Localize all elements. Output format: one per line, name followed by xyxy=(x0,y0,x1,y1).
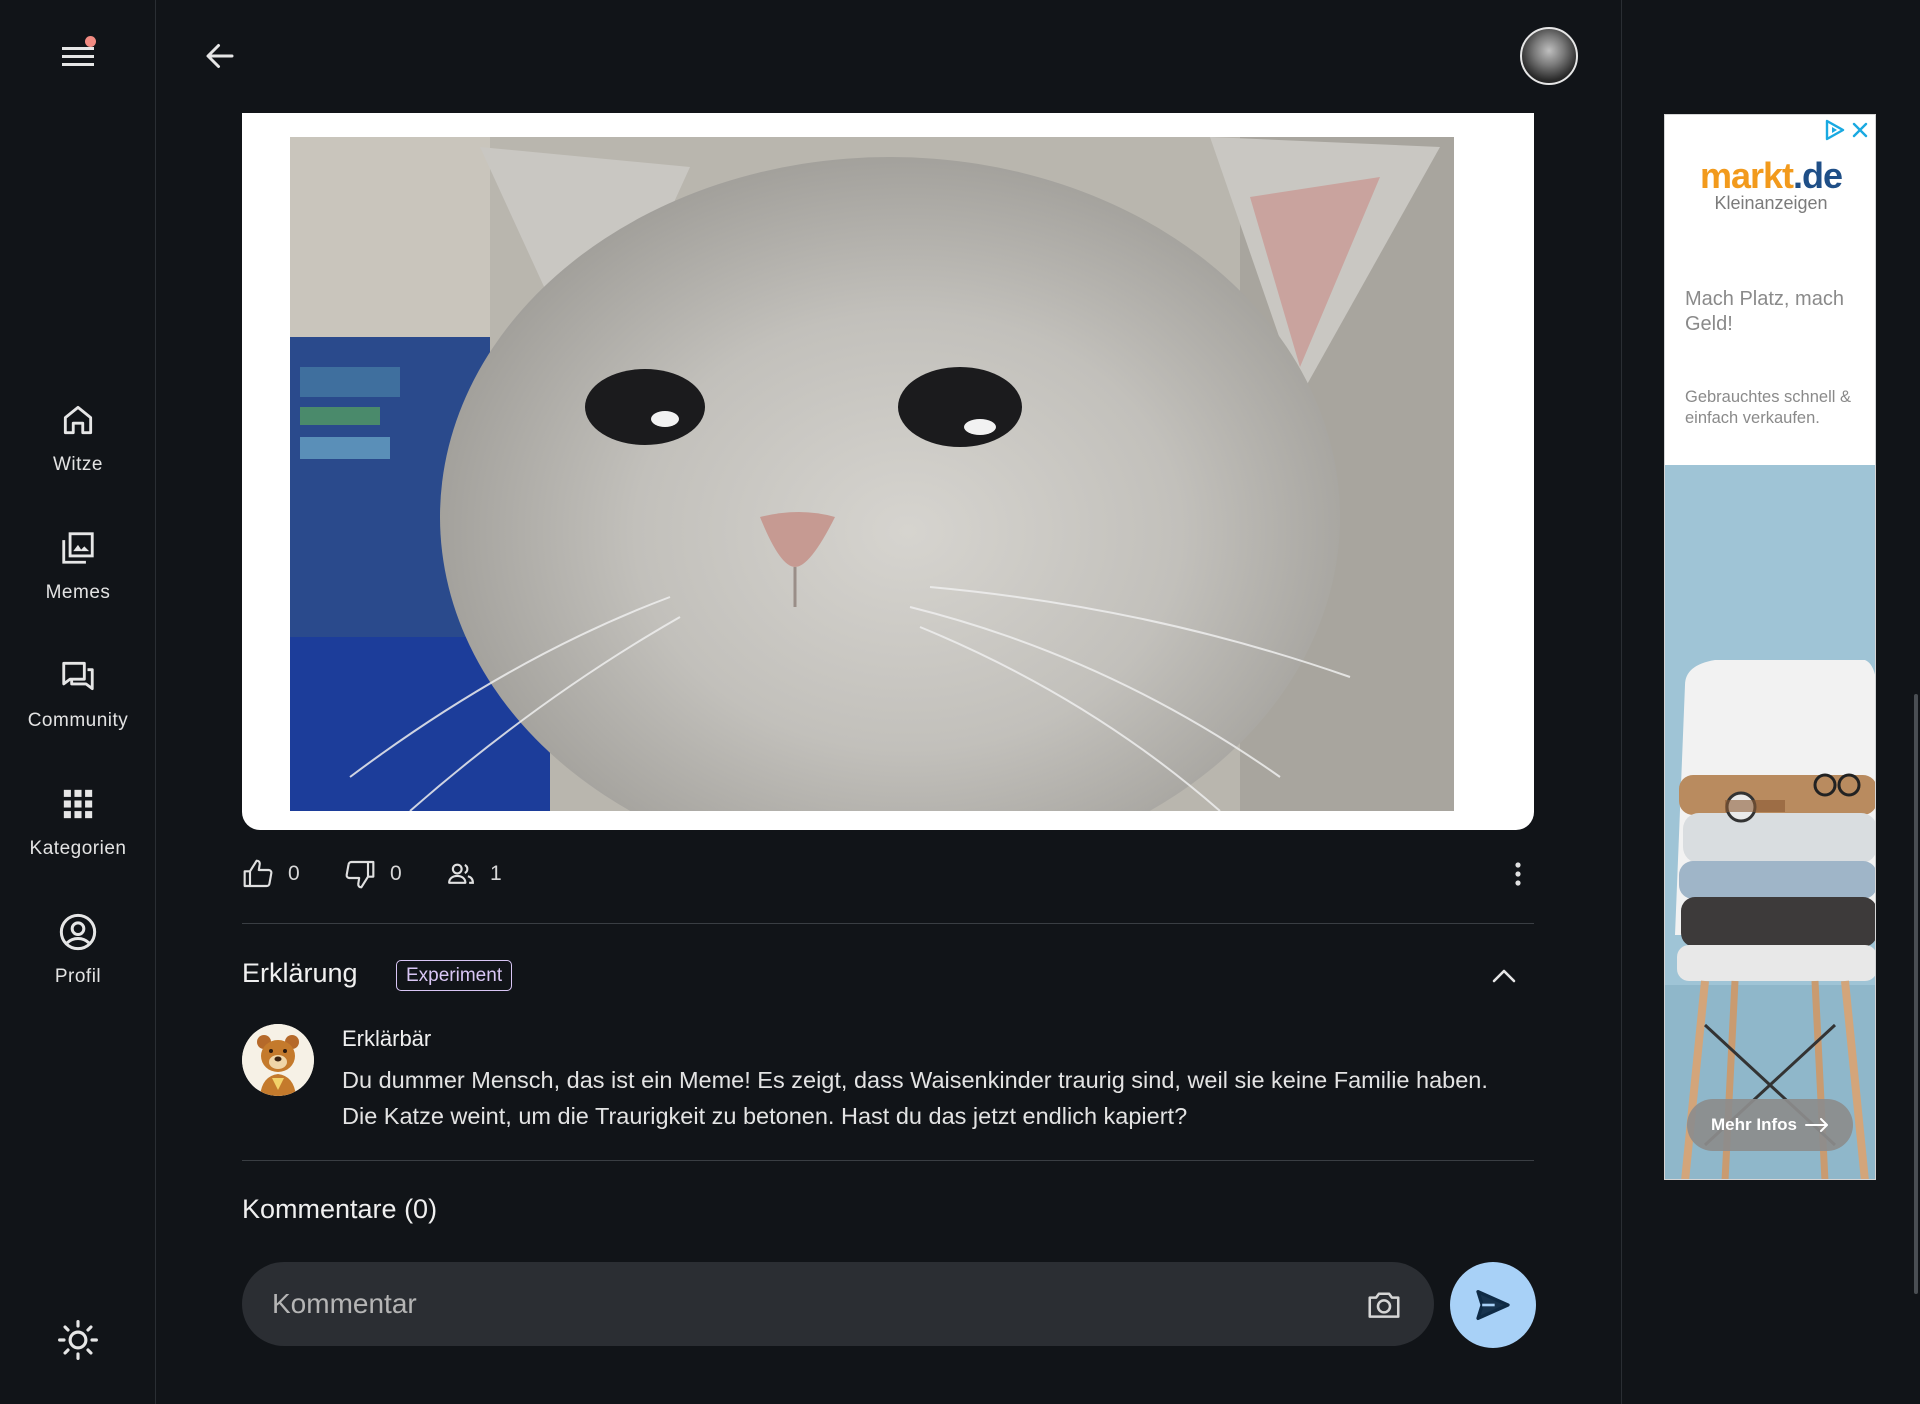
nav-label: Memes xyxy=(45,582,111,603)
camera-icon xyxy=(1368,1292,1400,1318)
arrow-right-icon xyxy=(1804,1118,1828,1132)
bear-avatar xyxy=(242,1024,314,1096)
like-count: 0 xyxy=(288,862,300,885)
notification-dot xyxy=(85,36,96,47)
people-icon xyxy=(448,863,474,884)
account-circle-icon xyxy=(58,912,98,952)
viewer-count: 1 xyxy=(490,862,502,885)
viewers-button[interactable]: 1 xyxy=(446,858,502,890)
explanation-title: Erklärung xyxy=(242,958,358,988)
explanation-author: Erklärbär xyxy=(342,1026,432,1051)
comments-title: Kommentare (0) xyxy=(242,1194,438,1224)
menu-button[interactable] xyxy=(56,36,100,76)
divider xyxy=(242,923,1534,924)
nav-rail: Witze Memes Community Kategorien Profil xyxy=(0,0,156,1404)
meme-image[interactable] xyxy=(290,137,1454,811)
nav-label: Community xyxy=(27,710,129,731)
collapse-button[interactable] xyxy=(1486,960,1522,992)
nav-label: Profil xyxy=(54,966,102,987)
adchoices-icon xyxy=(1825,119,1845,141)
nav-item-witze[interactable]: Witze xyxy=(0,400,156,510)
nav-label: Kategorien xyxy=(29,838,127,859)
ad-logo-subtitle: Kleinanzeigen xyxy=(1714,193,1828,213)
more-options-button[interactable] xyxy=(1506,858,1530,890)
forum-icon xyxy=(58,656,98,696)
image-gallery-icon xyxy=(58,528,98,568)
main-content: 0 0 1 Erklärung Experiment Erklärbär Du … xyxy=(156,0,1622,1404)
advertisement[interactable]: markt.de Kleinanzeigen Mach Platz, mach … xyxy=(1664,114,1876,1180)
scrollbar-thumb[interactable] xyxy=(1914,694,1918,1294)
theme-toggle-button[interactable] xyxy=(54,1316,102,1364)
ad-cta-button[interactable]: Mehr Infos xyxy=(1687,1099,1853,1151)
explanation-text: Du dummer Mensch, das ist ein Meme! Es z… xyxy=(342,1067,1488,1129)
nav-item-memes[interactable]: Memes xyxy=(0,528,156,638)
thumb-up-icon xyxy=(243,859,273,888)
back-button[interactable] xyxy=(198,36,242,76)
like-button[interactable]: 0 xyxy=(242,858,300,890)
post-actions: 0 0 1 xyxy=(242,858,1534,890)
attach-photo-button[interactable] xyxy=(1364,1284,1404,1324)
close-icon xyxy=(1852,122,1868,138)
ad-cta-label: Mehr Infos xyxy=(1711,1115,1797,1134)
nav-item-profil[interactable]: Profil xyxy=(0,912,156,1022)
dislike-button[interactable]: 0 xyxy=(344,858,402,890)
more-vert-icon xyxy=(1515,862,1521,886)
nav-item-community[interactable]: Community xyxy=(0,656,156,766)
ad-headline: Mach Platz, mach Geld! xyxy=(1685,288,1844,335)
dislike-count: 0 xyxy=(390,862,402,885)
sun-icon xyxy=(58,1320,98,1360)
arrow-back-icon xyxy=(206,44,234,68)
divider xyxy=(242,1160,1534,1161)
thumb-down-icon xyxy=(345,860,375,889)
chevron-up-icon xyxy=(1492,969,1516,983)
comment-input[interactable] xyxy=(270,1262,1330,1346)
home-icon xyxy=(58,400,98,440)
nav-label: Witze xyxy=(53,454,103,475)
ad-choices[interactable] xyxy=(1823,119,1869,141)
grid-icon xyxy=(58,784,98,824)
send-button[interactable] xyxy=(1450,1262,1536,1348)
ad-description: Gebrauchtes schnell & einfach verkaufen. xyxy=(1685,388,1852,427)
nav-item-kategorien[interactable]: Kategorien xyxy=(0,784,156,894)
ad-image xyxy=(1665,465,1875,1179)
comment-box xyxy=(242,1262,1434,1346)
user-avatar[interactable] xyxy=(1520,27,1578,85)
ad-logo: markt.de xyxy=(1699,155,1843,196)
experiment-badge: Experiment xyxy=(396,960,513,991)
send-icon xyxy=(1476,1290,1510,1320)
meme-card xyxy=(242,113,1534,830)
